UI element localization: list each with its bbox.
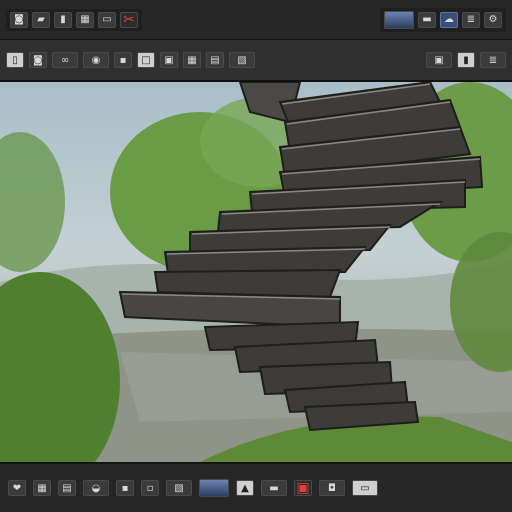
car-icon[interactable]: ▬ bbox=[261, 480, 287, 496]
dark-square-icon[interactable]: ▪ bbox=[114, 52, 132, 68]
frame-icon[interactable]: ▭ bbox=[98, 11, 116, 28]
box-icon[interactable]: ▤ bbox=[206, 52, 224, 68]
tree-left-top bbox=[0, 132, 65, 272]
grid-icon[interactable]: ▦ bbox=[33, 480, 51, 496]
shoe-icon[interactable]: ◒ bbox=[83, 480, 109, 496]
grid-icon[interactable]: ▦ bbox=[76, 11, 94, 28]
layers-icon[interactable]: ≣ bbox=[462, 11, 480, 28]
heart-icon[interactable]: ❤ bbox=[8, 480, 26, 496]
link-icon[interactable]: ∞ bbox=[52, 52, 78, 68]
film-icon[interactable]: ▧ bbox=[229, 52, 255, 68]
scene-render bbox=[0, 82, 512, 462]
layers-icon[interactable]: ≣ bbox=[480, 52, 506, 68]
flag-icon[interactable]: ▰ bbox=[32, 11, 50, 28]
grid-icon[interactable]: ▤ bbox=[58, 480, 76, 496]
camera-icon[interactable]: ◙ bbox=[29, 52, 47, 68]
gear-icon[interactable]: ⚙ bbox=[484, 11, 502, 28]
scissors-icon[interactable]: ✂ bbox=[120, 11, 138, 28]
film-icon[interactable]: ▧ bbox=[166, 480, 192, 496]
image-thumb-icon[interactable] bbox=[199, 479, 229, 497]
frame-icon[interactable]: ▣ bbox=[160, 52, 178, 68]
eye-icon[interactable]: ◉ bbox=[83, 52, 109, 68]
box-icon[interactable]: ▣ bbox=[426, 52, 452, 68]
cloud-icon[interactable]: ☁ bbox=[440, 11, 458, 28]
camera-icon[interactable]: ◙ bbox=[10, 11, 28, 28]
3d-viewport[interactable] bbox=[0, 82, 512, 462]
image-thumb-icon[interactable] bbox=[384, 10, 414, 29]
folder-icon[interactable]: ▬ bbox=[418, 11, 436, 28]
box-icon[interactable]: ▪ bbox=[116, 480, 134, 496]
box-icon[interactable]: ▫ bbox=[141, 480, 159, 496]
bottom-toolbar: ❤ ▦ ▤ ◒ ▪ ▫ ▧ ▲ ▬ ▣ ◘ ▭ bbox=[0, 462, 512, 512]
app-window: ◙ ▰ ▮ ▦ ▭ ✂ ▬ ☁ ≣ ⚙ ▯ ◙ ∞ ◉ ▪ □ ▣ ▦ ▤ ▧ … bbox=[0, 0, 512, 512]
grid-icon[interactable]: ▦ bbox=[183, 52, 201, 68]
bottle-icon[interactable]: ▲ bbox=[236, 480, 254, 496]
secondary-toolbar: ▯ ◙ ∞ ◉ ▪ □ ▣ ▦ ▤ ▧ ▣ ▮ ≣ bbox=[0, 40, 512, 82]
top-toolbar: ◙ ▰ ▮ ▦ ▭ ✂ ▬ ☁ ≣ ⚙ bbox=[0, 0, 512, 40]
panel-icon[interactable]: ▭ bbox=[352, 480, 378, 496]
car-icon[interactable]: ◘ bbox=[319, 480, 345, 496]
dark-square-icon[interactable]: ▮ bbox=[54, 11, 72, 28]
toolbar-group-left: ◙ ▰ ▮ ▦ ▭ ✂ bbox=[6, 8, 142, 31]
square-icon[interactable]: □ bbox=[137, 52, 155, 68]
page-icon[interactable]: ▮ bbox=[457, 52, 475, 68]
cup-icon[interactable]: ▣ bbox=[294, 480, 312, 496]
toolbar-group-right: ▬ ☁ ≣ ⚙ bbox=[380, 7, 506, 32]
document-icon[interactable]: ▯ bbox=[6, 52, 24, 68]
